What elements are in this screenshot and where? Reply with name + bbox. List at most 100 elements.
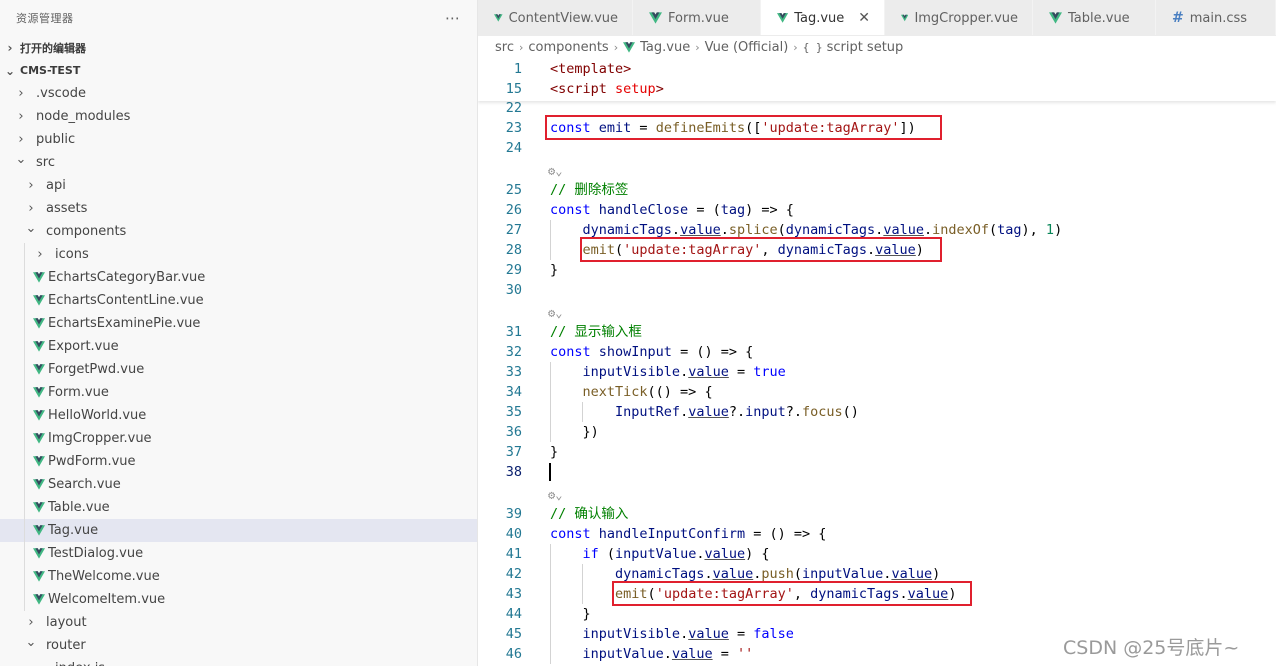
file-tree-item[interactable]: HelloWorld.vue [0,404,477,427]
file-tree-item[interactable]: › .vscode [0,82,477,105]
file-tree-item[interactable]: ImgCropper.vue [0,427,477,450]
line-number: 46 [505,646,522,662]
code-editor[interactable]: 1 <template> 15 <script setup> 22 23 const em… [478,58,1276,666]
code-text: // 显示输入框 [550,324,642,340]
file-tree-label: TestDialog.vue [48,546,144,561]
file-tree-item[interactable]: TheWelcome.vue [0,565,477,588]
code-line[interactable]: 36 }) [478,422,1276,442]
file-tree-item[interactable]: Search.vue [0,473,477,496]
file-tree-item[interactable]: › layout [0,611,477,634]
code-line[interactable]: 39 // 确认输入 [478,504,1276,524]
breadcrumb-symbol[interactable]: script setup [827,40,904,55]
code-line[interactable]: 25 // 删除标签 [478,180,1276,200]
code-text: } [550,262,559,278]
file-tree-item[interactable]: › public [0,128,477,151]
vue-file-icon [33,548,45,559]
breadcrumb-components[interactable]: components [528,40,608,55]
code-text: inputVisible.value = false [582,626,794,642]
line-number: 42 [505,566,522,582]
line-number: 40 [505,526,522,542]
indent-guide [550,544,551,664]
file-tree-label: router [46,638,86,653]
breadcrumb-separator: › [613,40,619,54]
file-tree-item[interactable]: ⌄ router [0,634,477,657]
line-number: 45 [505,626,522,642]
file-tree-item[interactable]: ⌄ components [0,220,477,243]
vue-file-icon [33,272,45,283]
project-section[interactable]: ⌄ CMS-TEST [0,59,477,82]
tab-imgcropper-vue[interactable]: ImgCropper.vue [885,0,1033,35]
code-text: const showInput = () => { [550,344,754,360]
open-editors-section[interactable]: › 打开的编辑器 [0,36,477,59]
indent-guide [550,362,551,442]
code-line[interactable]: 24 [478,138,1276,158]
close-icon[interactable]: ✕ [858,10,870,26]
code-lens[interactable]: ⚙⌄ [548,302,562,324]
code-line[interactable]: 41 if (inputValue.value) { [478,544,1276,564]
code-line[interactable]: 26 const handleClose = (tag) => { [478,200,1276,220]
file-tree-item[interactable]: › icons [0,243,477,266]
line-number: 31 [505,324,522,340]
line-number: 34 [505,384,522,400]
file-tree-item[interactable]: PwdForm.vue [0,450,477,473]
vue-file-icon [777,12,788,24]
file-tree-item[interactable]: index.js [0,657,477,666]
code-text: inputValue.value = '' [582,646,754,662]
file-tree-item[interactable]: Export.vue [0,335,477,358]
code-lens[interactable]: ⚙⌄ [548,484,562,506]
file-tree-label: src [36,155,55,170]
vue-file-icon [649,12,662,24]
file-tree-item[interactable]: EchartsExaminePie.vue [0,312,477,335]
code-line[interactable]: 44 } [478,604,1276,624]
file-tree-item[interactable]: EchartsCategoryBar.vue [0,266,477,289]
line-number: 22 [505,100,522,116]
line-number: 44 [505,606,522,622]
file-tree-item[interactable]: ⌄ src [0,151,477,174]
tab-main-css[interactable]: # main.css [1156,0,1276,35]
indent-guide [550,220,551,260]
sticky-line[interactable]: 15 <script setup> [478,79,1276,99]
code-lens[interactable]: ⚙⌄ [548,160,562,182]
code-line[interactable]: 37} [478,442,1276,462]
code-line[interactable]: 35 InputRef.value?.input?.focus() [478,402,1276,422]
code-line[interactable]: 38 [478,462,1276,482]
tab-label: Tag.vue [794,10,845,26]
highlight-box [580,237,942,262]
code-line[interactable]: 32 const showInput = () => { [478,342,1276,362]
tab-contentview-vue[interactable]: ContentView.vue [478,0,633,35]
file-tree-item[interactable]: ForgetPwd.vue [0,358,477,381]
file-tree-item[interactable]: Tag.vue [0,519,477,542]
code-line[interactable]: 40 const handleInputConfirm = () => { [478,524,1276,544]
breadcrumb-file[interactable]: Tag.vue [640,40,690,55]
file-tree-item[interactable]: Form.vue [0,381,477,404]
tab-tag-vue[interactable]: Tag.vue ✕ [761,0,885,35]
breadcrumb-language[interactable]: Vue (Official) [705,40,789,55]
breadcrumb-src[interactable]: src [495,40,514,55]
file-tree-label: HelloWorld.vue [48,408,147,423]
highlight-box [545,115,942,140]
file-tree-item[interactable]: WelcomeItem.vue [0,588,477,611]
code-line[interactable]: 29} [478,260,1276,280]
file-tree-item[interactable]: › api [0,174,477,197]
sticky-line[interactable]: 1 <template> [478,59,1276,79]
breadcrumb-separator: › [518,40,524,54]
file-tree-item[interactable]: › assets [0,197,477,220]
tab-form-vue[interactable]: Form.vue [633,0,761,35]
code-line[interactable]: 30 [478,280,1276,300]
file-tree-item[interactable]: › node_modules [0,105,477,128]
vue-file-icon [494,12,503,24]
tab-table-vue[interactable]: Table.vue [1033,0,1156,35]
code-text: const handleInputConfirm = () => { [550,526,827,542]
file-tree-item[interactable]: TestDialog.vue [0,542,477,565]
line-number: 28 [505,242,522,258]
code-line[interactable]: 33 inputVisible.value = true [478,362,1276,382]
file-tree-item[interactable]: Table.vue [0,496,477,519]
vue-file-icon [623,42,635,53]
more-actions-icon[interactable]: ⋯ [445,9,461,27]
code-line[interactable]: 31 // 显示输入框 [478,322,1276,342]
sticky-scroll[interactable]: 1 <template> 15 <script setup> [478,58,1276,101]
file-tree-item[interactable]: EchartsContentLine.vue [0,289,477,312]
code-line[interactable]: 34 nextTick(() => { [478,382,1276,402]
explorer-title: 资源管理器 [16,12,74,25]
line-number: 32 [505,344,522,360]
